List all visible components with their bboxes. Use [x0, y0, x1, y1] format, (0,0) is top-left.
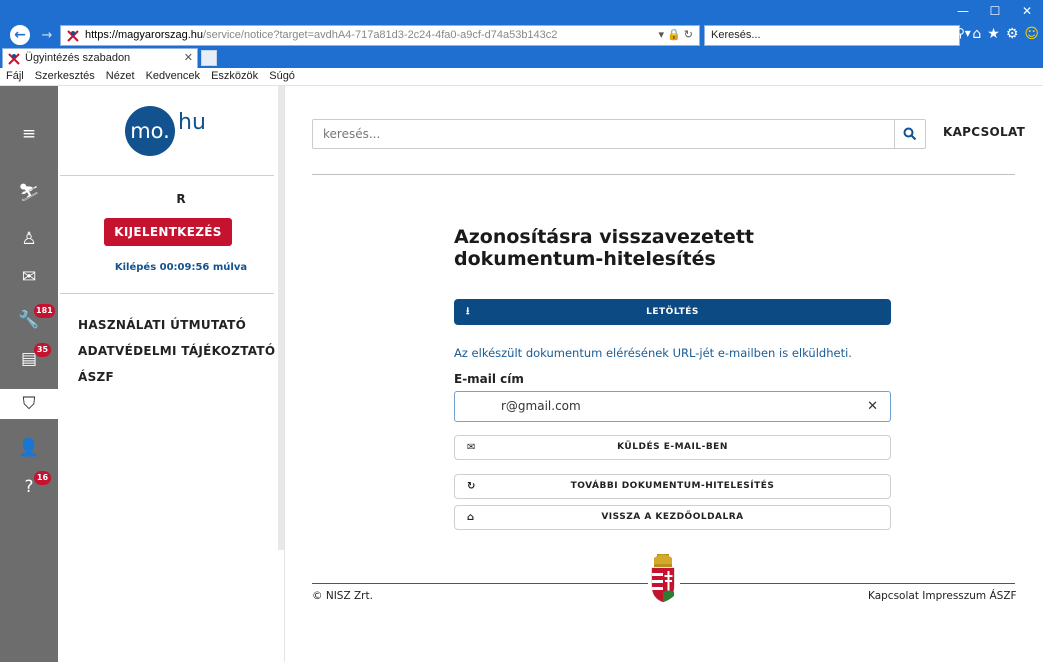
- info-text: Az elkészült dokumentum elérésének URL-j…: [454, 346, 852, 360]
- back-home-label: VISSZA A KEZDŐOLDALRA: [601, 512, 744, 522]
- site-favicon-icon: [67, 30, 79, 42]
- more-authentication-label: TOVÁBBI DOKUMENTUM-HITELESÍTÉS: [570, 481, 775, 491]
- email-label: E-mail cím: [454, 372, 524, 386]
- logo-circle[interactable]: mo.: [125, 106, 175, 156]
- window-controls: — ☐ ✕: [947, 0, 1043, 22]
- search-icon: [903, 127, 917, 141]
- wrench-icon[interactable]: 🔧 181: [0, 304, 58, 335]
- gear-icon[interactable]: ⚙: [1006, 26, 1019, 42]
- tab-bar: Ügyintézés szabadon ✕: [0, 48, 1043, 68]
- browser-tab[interactable]: Ügyintézés szabadon ✕: [2, 48, 198, 68]
- tab-title: Ügyintézés szabadon: [25, 52, 131, 64]
- help-badge: 16: [34, 471, 51, 485]
- menu-file[interactable]: Fájl: [6, 70, 24, 82]
- tab-close-icon[interactable]: ✕: [184, 49, 193, 67]
- help-icon[interactable]: ? 16: [0, 471, 58, 502]
- menu-edit[interactable]: Szerkesztés: [35, 70, 95, 82]
- menu-help[interactable]: Súgó: [269, 70, 295, 82]
- browser-search-placeholder: Keresés...: [711, 29, 761, 41]
- logo-hu: hu: [178, 110, 206, 135]
- tab-favicon-icon: [8, 53, 20, 65]
- clear-icon[interactable]: ✕: [867, 392, 878, 421]
- search-placeholder: keresés...: [323, 127, 381, 141]
- footer-link-contact[interactable]: Kapcsolat: [868, 590, 919, 602]
- star-icon[interactable]: ★: [987, 26, 1000, 42]
- home-icon[interactable]: ⌂: [972, 26, 981, 42]
- send-email-label: KÜLDÉS E-MAIL-BEN: [617, 442, 728, 452]
- newspaper-icon[interactable]: ▤ 35: [0, 343, 58, 374]
- download-label: LETÖLTÉS: [646, 307, 699, 317]
- sidebar-link-terms[interactable]: ÁSZF: [78, 370, 114, 384]
- browser-search-box[interactable]: Keresés...: [704, 25, 960, 46]
- footer-link-imprint[interactable]: Impresszum: [922, 590, 986, 602]
- news-badge: 35: [34, 343, 51, 357]
- menu-bar: Fájl Szerkesztés Nézet Kedvencek Eszközö…: [0, 68, 1043, 86]
- sidebar-link-privacy[interactable]: ADATVÉDELMI TÁJÉKOZTATÓ: [78, 344, 275, 358]
- page-title: Azonosításra visszavezetett dokumentum-h…: [454, 226, 754, 270]
- logout-button[interactable]: KIJELENTKEZÉS: [104, 218, 232, 246]
- hamburger-menu-icon[interactable]: ≡: [0, 119, 58, 149]
- username: R: [176, 192, 186, 206]
- menu-favorites[interactable]: Kedvencek: [146, 70, 200, 82]
- envelope-icon: ✉: [467, 442, 476, 453]
- logout-timer: Kilépés 00:09:56 múlva: [114, 262, 248, 273]
- minimize-icon[interactable]: —: [947, 0, 979, 22]
- download-icon: ⭳: [466, 306, 470, 317]
- icon-rail: ≡ ⛷ ♙ ✉ 🔧 181 ▤ 35 ⛉ 👤 ? 16: [0, 86, 58, 662]
- maximize-icon[interactable]: ☐: [979, 0, 1011, 22]
- shield-icon[interactable]: ⛉: [0, 389, 58, 419]
- menu-view[interactable]: Nézet: [106, 70, 135, 82]
- more-authentication-button[interactable]: ↻ TOVÁBBI DOKUMENTUM-HITELESÍTÉS: [454, 474, 891, 499]
- footer-links: Kapcsolat Impresszum ÁSZF: [868, 590, 1017, 602]
- address-bar[interactable]: https://magyarorszag.hu/service/notice?t…: [60, 25, 700, 46]
- sidebar-divider: [60, 175, 274, 176]
- url-domain: https://magyarorszag.hu: [85, 29, 204, 41]
- email-field[interactable]: r@gmail.com ✕: [454, 391, 891, 422]
- coat-of-arms-icon: [651, 554, 675, 603]
- copyright: © NISZ Zrt.: [312, 590, 373, 602]
- forward-button[interactable]: →: [38, 27, 56, 45]
- search-button[interactable]: [894, 120, 925, 148]
- sidebar-link-guide[interactable]: HASZNÁLATI ÚTMUTATÓ: [78, 318, 246, 332]
- new-tab-button[interactable]: [201, 50, 217, 66]
- footer-link-terms[interactable]: ÁSZF: [990, 590, 1017, 602]
- send-email-button[interactable]: ✉ KÜLDÉS E-MAIL-BEN: [454, 435, 891, 460]
- download-button[interactable]: ⭳ LETÖLTÉS: [454, 299, 891, 325]
- header-divider: [312, 174, 1015, 175]
- add-user-icon[interactable]: 👤: [0, 433, 58, 463]
- footer-divider-right: [680, 583, 1015, 584]
- url-path: /service/notice?target=avdhA4-717a81d3-2…: [203, 29, 558, 41]
- browser-toolbar-icons: ⌂ ★ ⚙ ☺: [972, 26, 1039, 42]
- mail-icon[interactable]: ✉: [0, 262, 58, 292]
- runner-icon[interactable]: ⛷: [0, 178, 58, 208]
- contact-link[interactable]: KAPCSOLAT: [943, 125, 1025, 139]
- lock-refresh-icon[interactable]: ▾ 🔒 ↻: [658, 26, 693, 45]
- footer-divider-left: [312, 583, 648, 584]
- home-icon: ⌂: [467, 512, 475, 523]
- search-input[interactable]: keresés...: [312, 119, 926, 149]
- back-home-button[interactable]: ⌂ VISSZA A KEZDŐOLDALRA: [454, 505, 891, 530]
- close-icon[interactable]: ✕: [1011, 0, 1043, 22]
- sidebar-divider: [60, 293, 274, 294]
- menu-tools[interactable]: Eszközök: [211, 70, 258, 82]
- email-value: r@gmail.com: [501, 399, 581, 413]
- browser-titlebar: ← → https://magyarorszag.hu/service/noti…: [0, 0, 1043, 48]
- tools-badge: 181: [34, 304, 55, 318]
- back-button[interactable]: ←: [8, 23, 32, 47]
- smiley-icon[interactable]: ☺: [1024, 26, 1039, 42]
- user-icon[interactable]: ♙: [0, 224, 58, 254]
- search-icon[interactable]: ⚲▾: [956, 26, 971, 40]
- panel-separator: [284, 86, 285, 662]
- refresh-icon: ↻: [467, 481, 476, 492]
